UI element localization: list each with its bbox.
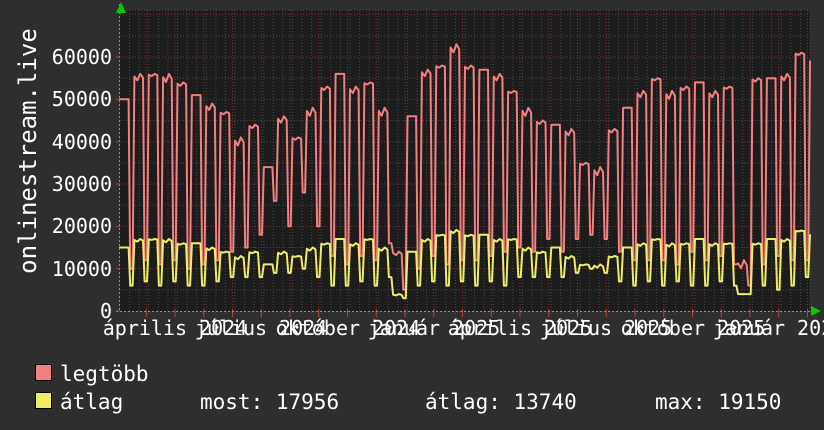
legend-row-legtobb: legtöbb (0, 362, 824, 388)
x-axis-arrow-icon (811, 306, 821, 316)
y-axis-label: 40000 (51, 129, 112, 154)
legend-swatch-atlag (35, 392, 52, 409)
plot-area (116, 2, 821, 317)
y-axis-label: 50000 (51, 87, 112, 112)
munin-graph-window: onlinestream.live 0 10000 20000 30000 40000 5… (0, 0, 824, 430)
y-axis-label: 20000 (51, 214, 112, 239)
stat-atlag: átlag: 13740 (425, 390, 577, 414)
stat-most-label: most: (200, 390, 264, 414)
stat-most: most: 17956 (200, 390, 339, 414)
stat-most-value: 17956 (275, 390, 340, 414)
stat-max: max: 19150 (655, 390, 781, 414)
legend-swatch-legtobb (35, 364, 52, 381)
x-axis-label: január 2026 (712, 316, 824, 340)
legend-row-atlag: átlag most: 17956 átlag: 13740 max: 1915… (0, 390, 824, 416)
stat-atlag-label: átlag: (425, 390, 501, 414)
y-axis-label: 10000 (51, 256, 112, 281)
y-axis-label: 0 (99, 299, 112, 323)
stat-max-label: max: (655, 390, 706, 414)
legend-label-legtobb: legtöbb (60, 362, 149, 386)
y-axis-label: 30000 (51, 172, 112, 196)
y-axis-arrow-icon (116, 2, 126, 13)
legend-label-atlag: átlag (60, 390, 124, 414)
stat-max-value: 19150 (718, 390, 782, 414)
stat-atlag-value: 13740 (513, 390, 577, 414)
y-axis-label: 60000 (51, 45, 112, 69)
